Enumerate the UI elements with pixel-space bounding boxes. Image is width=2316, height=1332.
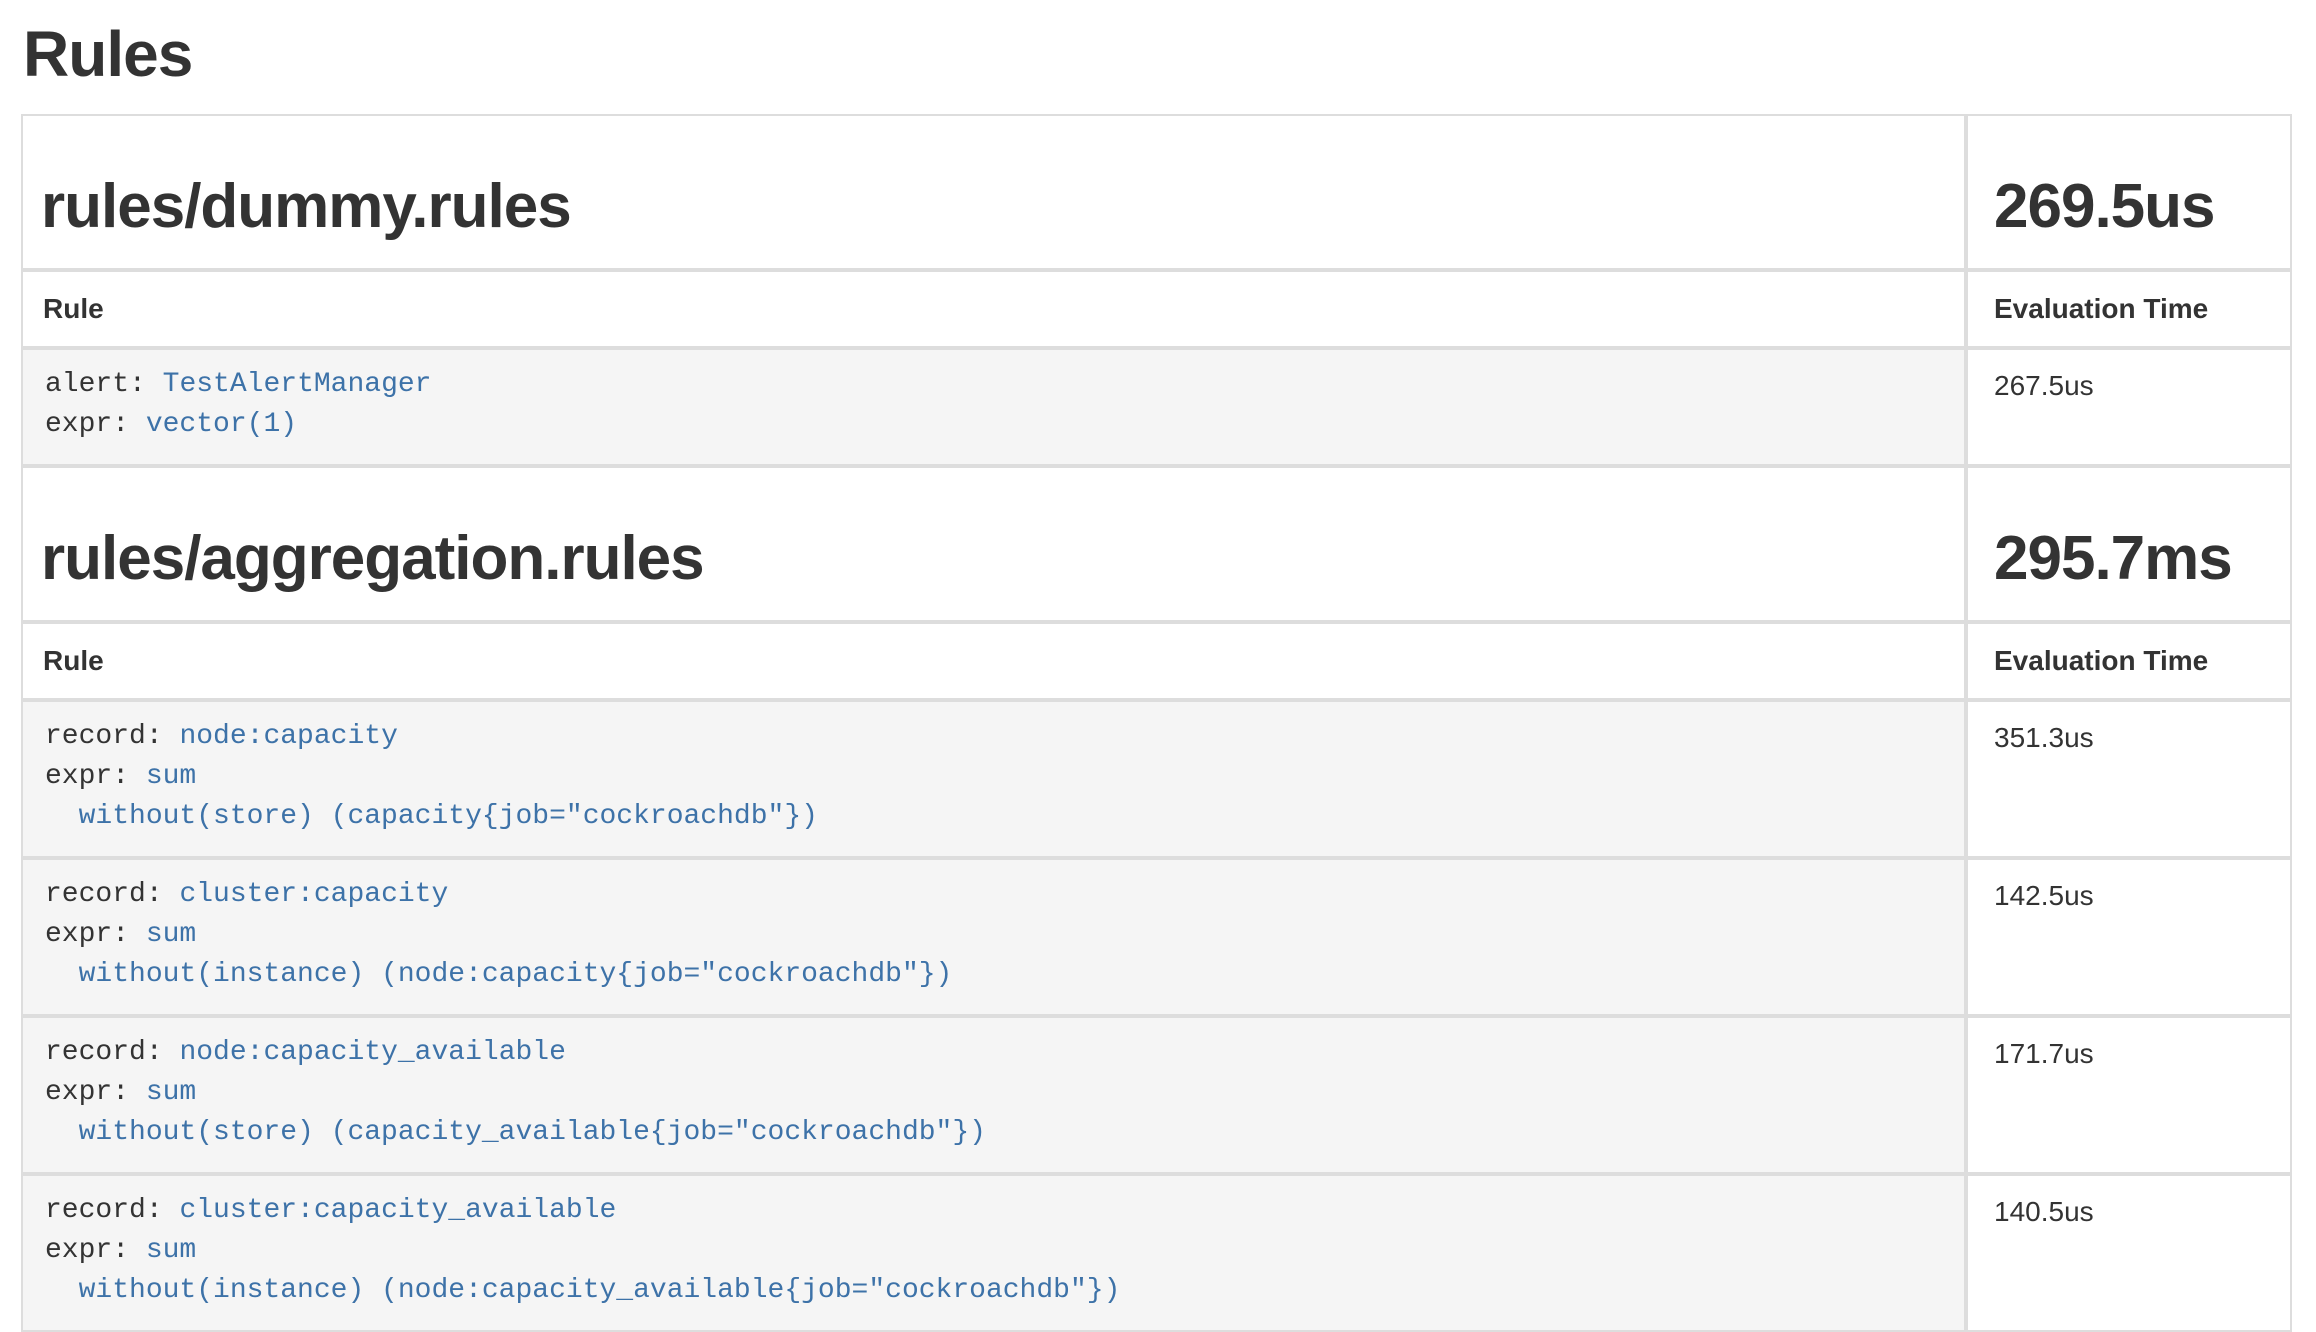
- rule-definition: record: cluster:capacity expr: sum witho…: [45, 875, 1944, 995]
- rule-row: record: cluster:capacity_available expr:…: [23, 1174, 2290, 1330]
- column-header-row: Rule Evaluation Time: [23, 270, 2290, 348]
- expr-key: expr:: [45, 1235, 129, 1266]
- rule-definition: alert: TestAlertManager expr: vector(1): [45, 365, 1944, 445]
- rule-type-key: record:: [45, 1037, 163, 1068]
- eval-time-column-header: Evaluation Time: [1966, 270, 2290, 348]
- rule-group-eval-time: 295.7ms: [1994, 524, 2232, 593]
- rule-row: record: node:capacity expr: sum without(…: [23, 700, 2290, 858]
- rules-table-frame: rules/dummy.rules 269.5us Rule Evaluatio…: [21, 114, 2292, 1332]
- rule-row: record: cluster:capacity expr: sum witho…: [23, 858, 2290, 1016]
- page-title: Rules: [23, 16, 2292, 92]
- rule-name-link[interactable]: node:capacity: [179, 721, 397, 752]
- rule-name-link[interactable]: cluster:capacity_available: [179, 1195, 616, 1226]
- expr-key: expr:: [45, 409, 129, 440]
- rule-column-header: Rule: [23, 270, 1966, 348]
- rule-column-header: Rule: [23, 622, 1966, 700]
- rule-definition-cell: alert: TestAlertManager expr: vector(1): [23, 348, 1966, 466]
- rule-name-link[interactable]: node:capacity_available: [179, 1037, 565, 1068]
- rule-group-name-cell: rules/dummy.rules: [23, 116, 1966, 270]
- rule-definition-cell: record: cluster:capacity expr: sum witho…: [23, 858, 1966, 1016]
- rule-eval-time: 351.3us: [1966, 700, 2290, 858]
- rule-group-eval-time: 269.5us: [1994, 172, 2215, 241]
- rule-eval-time: 140.5us: [1966, 1174, 2290, 1330]
- expr-key: expr:: [45, 919, 129, 950]
- rule-eval-time: 171.7us: [1966, 1016, 2290, 1174]
- rule-expr-link[interactable]: sum without(store) (capacity_available{j…: [45, 1077, 986, 1148]
- rule-type-key: record:: [45, 1195, 163, 1226]
- rule-eval-time: 142.5us: [1966, 858, 2290, 1016]
- rule-row: alert: TestAlertManager expr: vector(1) …: [23, 348, 2290, 466]
- rule-group-header-row: rules/aggregation.rules 295.7ms: [23, 466, 2290, 622]
- rule-group-header-row: rules/dummy.rules 269.5us: [23, 116, 2290, 270]
- expr-key: expr:: [45, 1077, 129, 1108]
- column-header-row: Rule Evaluation Time: [23, 622, 2290, 700]
- rule-group-title: rules/aggregation.rules: [41, 524, 704, 593]
- rule-definition: record: node:capacity_available expr: su…: [45, 1033, 1944, 1153]
- expr-key: expr:: [45, 761, 129, 792]
- rule-type-key: record:: [45, 879, 163, 910]
- rule-group-eval-cell: 269.5us: [1966, 116, 2290, 270]
- rule-type-key: alert:: [45, 369, 146, 400]
- rules-page: Rules rules/dummy.rules 269.5us Rule Eva…: [0, 0, 2316, 1332]
- rule-expr-link[interactable]: vector(1): [146, 409, 297, 440]
- rule-group-eval-cell: 295.7ms: [1966, 466, 2290, 622]
- rule-expr-link[interactable]: sum without(instance) (node:capacity_ava…: [45, 1235, 1120, 1306]
- rule-expr-link[interactable]: sum without(instance) (node:capacity{job…: [45, 919, 952, 990]
- rule-group-title: rules/dummy.rules: [41, 172, 571, 241]
- rule-definition: record: cluster:capacity_available expr:…: [45, 1191, 1944, 1311]
- rule-definition-cell: record: node:capacity_available expr: su…: [23, 1016, 1966, 1174]
- rule-definition: record: node:capacity expr: sum without(…: [45, 717, 1944, 837]
- rule-type-key: record:: [45, 721, 163, 752]
- rule-definition-cell: record: cluster:capacity_available expr:…: [23, 1174, 1966, 1330]
- rule-name-link[interactable]: TestAlertManager: [163, 369, 432, 400]
- rule-row: record: node:capacity_available expr: su…: [23, 1016, 2290, 1174]
- rule-eval-time: 267.5us: [1966, 348, 2290, 466]
- rules-table: rules/dummy.rules 269.5us Rule Evaluatio…: [23, 116, 2290, 1330]
- rule-name-link[interactable]: cluster:capacity: [179, 879, 448, 910]
- rule-expr-link[interactable]: sum without(store) (capacity{job="cockro…: [45, 761, 818, 832]
- rule-group-name-cell: rules/aggregation.rules: [23, 466, 1966, 622]
- eval-time-column-header: Evaluation Time: [1966, 622, 2290, 700]
- rule-definition-cell: record: node:capacity expr: sum without(…: [23, 700, 1966, 858]
